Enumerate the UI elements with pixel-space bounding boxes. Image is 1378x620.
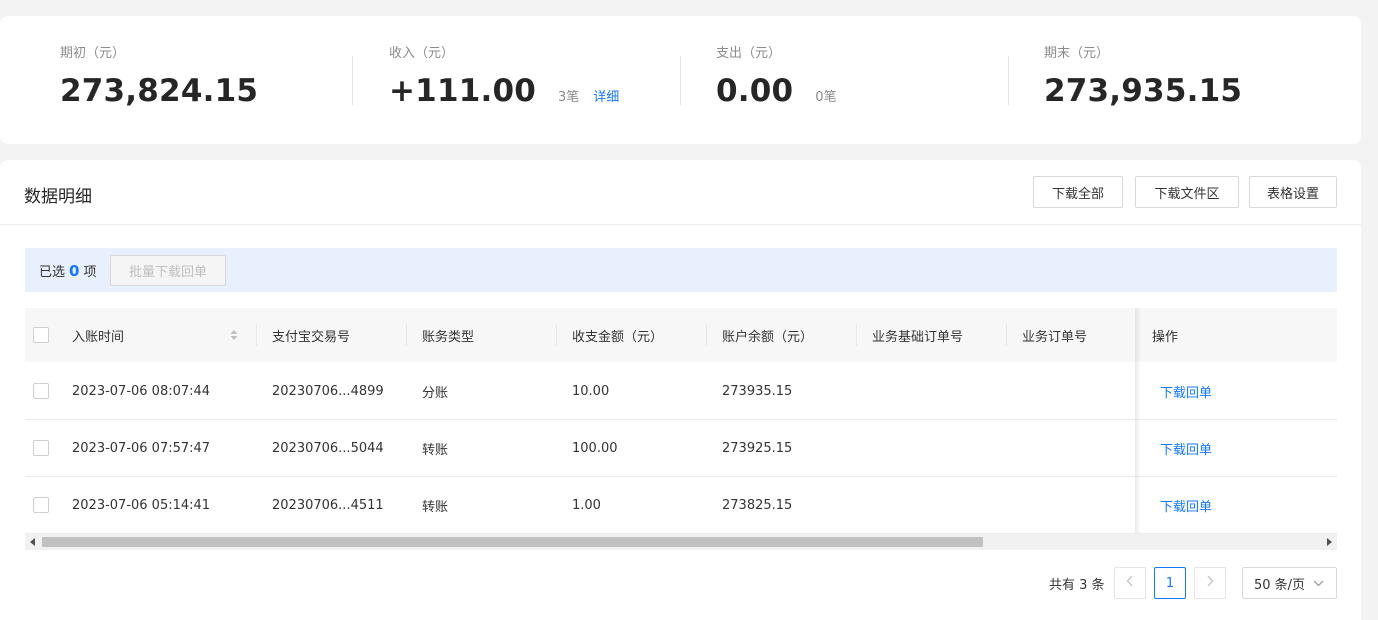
panel-divider <box>0 224 1361 225</box>
column-divider <box>706 324 707 346</box>
cell-amount: 10.00 <box>572 383 610 399</box>
column-divider <box>256 324 257 346</box>
column-header-amount: 收支金额（元） <box>572 329 664 345</box>
row-checkbox[interactable] <box>33 420 49 476</box>
stat-expense: 支出（元） 0.00 0笔 <box>716 42 837 118</box>
cell-type: 分账 <box>422 385 449 401</box>
selection-suffix: 项 <box>83 265 97 280</box>
selection-count: 0 <box>69 262 80 280</box>
download-all-button[interactable]: 下载全部 <box>1033 176 1123 208</box>
fixed-column-shadow <box>1135 308 1141 533</box>
stat-divider <box>352 56 353 105</box>
prev-page-button[interactable] <box>1114 567 1146 599</box>
download-files-button[interactable]: 下载文件区 <box>1135 176 1239 208</box>
cell-trade-no: 20230706...4899 <box>272 383 384 399</box>
stat-closing-value: 273,935.15 <box>1044 73 1243 109</box>
column-divider <box>1006 324 1007 346</box>
table-settings-button[interactable]: 表格设置 <box>1249 176 1337 208</box>
stat-expense-value: 0.00 <box>716 73 794 109</box>
column-header-time: 入账时间 <box>72 329 125 345</box>
stat-income: 收入（元） +111.00 3笔 详细 <box>389 42 619 118</box>
stat-opening-label: 期初（元） <box>60 46 126 61</box>
stat-income-count: 3笔 <box>558 90 580 105</box>
cell-balance: 273935.15 <box>722 383 793 399</box>
stat-expense-count: 0笔 <box>815 90 837 105</box>
batch-download-button[interactable]: 批量下载回单 <box>110 255 226 286</box>
cell-time: 2023-07-06 08:07:44 <box>72 383 211 399</box>
select-all-checkbox[interactable] <box>33 308 49 362</box>
next-page-button[interactable] <box>1194 567 1226 599</box>
cell-balance: 273925.15 <box>722 440 793 456</box>
download-receipt-link[interactable]: 下载回单 <box>1160 363 1212 419</box>
page-size-value: 50 条/页 <box>1254 577 1306 593</box>
stat-closing-label: 期末（元） <box>1044 46 1110 61</box>
stat-divider <box>1008 56 1009 105</box>
selection-text: 已选 0 项 <box>39 261 96 280</box>
stat-closing: 期末（元） 273,935.15 <box>1044 42 1242 111</box>
panel-title: 数据明细 <box>24 187 92 207</box>
cell-balance: 273825.15 <box>722 497 793 513</box>
page-size-select[interactable]: 50 条/页 <box>1242 567 1337 599</box>
column-divider <box>856 324 857 346</box>
cell-amount: 100.00 <box>572 440 618 456</box>
cell-trade-no: 20230706...5044 <box>272 440 384 456</box>
stat-opening: 期初（元） 273,824.15 <box>60 42 258 111</box>
row-checkbox[interactable] <box>33 477 49 533</box>
cell-type: 转账 <box>422 499 449 515</box>
column-header-trade-no: 支付宝交易号 <box>272 329 351 345</box>
column-header-base-order: 业务基础订单号 <box>872 329 964 345</box>
scrollbar-thumb[interactable] <box>42 537 983 547</box>
column-divider <box>406 324 407 346</box>
cell-amount: 1.00 <box>572 497 601 513</box>
sort-icon[interactable] <box>229 308 239 362</box>
cell-time: 2023-07-06 07:57:47 <box>72 440 211 456</box>
cell-type: 转账 <box>422 442 449 458</box>
chevron-down-icon <box>1313 580 1324 587</box>
stat-expense-label: 支出（元） <box>716 46 782 61</box>
stat-divider <box>680 56 681 105</box>
horizontal-scrollbar[interactable] <box>25 534 1337 550</box>
download-receipt-link[interactable]: 下载回单 <box>1160 420 1212 476</box>
download-receipt-link[interactable]: 下载回单 <box>1160 477 1212 533</box>
page-1-button[interactable]: 1 <box>1154 567 1186 599</box>
stat-opening-value: 273,824.15 <box>60 73 259 109</box>
pagination-total: 共有 3 条 <box>1049 577 1105 593</box>
column-header-order: 业务订单号 <box>1022 329 1088 345</box>
column-header-action: 操作 <box>1152 329 1179 345</box>
cell-time: 2023-07-06 05:14:41 <box>72 497 211 513</box>
row-checkbox[interactable] <box>33 363 49 419</box>
cell-trade-no: 20230706...4511 <box>272 497 384 513</box>
summary-card: 期初（元） 273,824.15 收入（元） +111.00 3笔 详细 支出（元）… <box>0 16 1361 144</box>
column-header-balance: 账户余额（元） <box>722 329 814 345</box>
stat-income-value: +111.00 <box>389 73 537 109</box>
data-table: 入账时间 支付宝交易号 账务类型 收支金额（元） 账户余额（元） 业务基础订单号… <box>25 308 1337 534</box>
scroll-left-icon[interactable] <box>25 534 41 550</box>
chevron-right-icon <box>1206 575 1214 591</box>
column-header-type: 账务类型 <box>422 329 475 345</box>
chevron-left-icon <box>1126 575 1134 591</box>
scroll-right-icon[interactable] <box>1321 534 1337 550</box>
stat-income-label: 收入（元） <box>389 46 455 61</box>
income-detail-link[interactable]: 详细 <box>593 90 619 105</box>
selection-bar: 已选 0 项 批量下载回单 <box>25 248 1337 292</box>
selection-prefix: 已选 <box>39 265 66 280</box>
column-divider <box>556 324 557 346</box>
